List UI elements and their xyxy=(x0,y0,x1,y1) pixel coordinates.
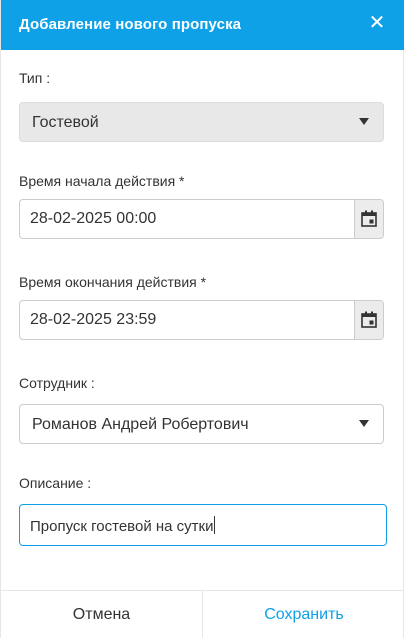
cancel-button[interactable]: Отмена xyxy=(1,591,203,638)
chevron-down-icon xyxy=(359,118,369,125)
type-select-value: Гостевой xyxy=(32,114,99,131)
employee-select[interactable]: Романов Андрей Робертович xyxy=(19,404,384,444)
calendar-icon xyxy=(361,311,377,328)
type-label: Тип : xyxy=(19,70,51,86)
type-select[interactable]: Гостевой xyxy=(19,102,384,142)
end-time-calendar-button[interactable] xyxy=(354,301,383,339)
text-caret xyxy=(214,516,216,534)
description-label: Описание : xyxy=(19,475,92,491)
start-time-value: 28-02-2025 00:00 xyxy=(30,210,157,227)
add-pass-dialog: Добавление нового пропуска ✕ Тип : Госте… xyxy=(0,0,404,638)
save-button[interactable]: Сохранить xyxy=(203,591,404,638)
employee-label: Сотрудник : xyxy=(19,375,95,391)
dialog-title: Добавление нового пропуска xyxy=(19,16,242,33)
employee-select-value: Романов Андрей Робертович xyxy=(32,416,249,433)
end-time-label: Время окончания действия * xyxy=(19,274,207,290)
start-time-label: Время начала действия * xyxy=(19,173,185,189)
dialog-footer: Отмена Сохранить xyxy=(1,590,404,638)
close-icon[interactable]: ✕ xyxy=(367,12,387,34)
dialog-header: Добавление нового пропуска ✕ xyxy=(1,0,404,50)
end-time-value: 28-02-2025 23:59 xyxy=(30,311,157,328)
start-time-field[interactable]: 28-02-2025 00:00 xyxy=(19,199,384,239)
calendar-icon xyxy=(361,210,377,227)
end-time-field[interactable]: 28-02-2025 23:59 xyxy=(19,300,384,340)
description-input[interactable]: Пропуск гостевой на сутки xyxy=(19,504,387,546)
chevron-down-icon xyxy=(359,420,369,427)
start-time-calendar-button[interactable] xyxy=(354,200,383,238)
description-input-value: Пропуск гостевой на сутки xyxy=(30,516,216,535)
